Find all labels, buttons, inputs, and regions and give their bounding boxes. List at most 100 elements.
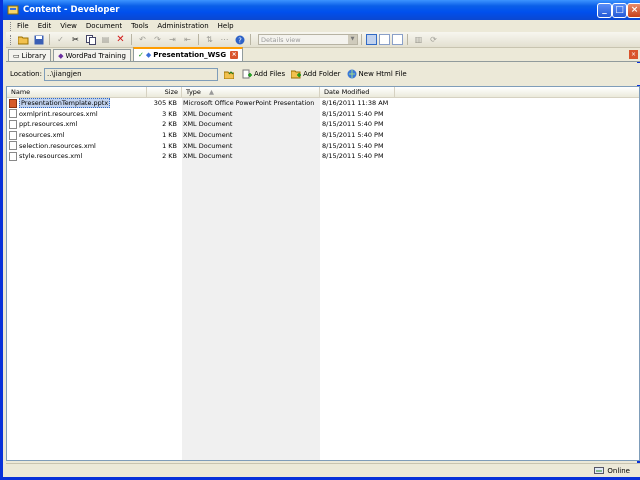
- file-name: style.resources.xml: [19, 152, 83, 161]
- file-date: 8/16/2011 11:38 AM: [322, 99, 389, 108]
- refresh-icon[interactable]: ⟳: [428, 34, 439, 45]
- toolbar-grip: [10, 34, 13, 45]
- delete-icon[interactable]: ✕: [115, 34, 126, 45]
- redo-icon[interactable]: ↷: [152, 34, 163, 45]
- tab-label: Presentation_WSG: [153, 51, 227, 59]
- toolbar-separator: [49, 34, 50, 45]
- column-header-type[interactable]: Type ▲: [182, 87, 320, 98]
- copy-icon[interactable]: [85, 34, 96, 45]
- toolbar: ✓ ✂ ▤ ✕ ↶ ↷ ⇥ ⇤ ⇅ ⋯ ? Details view ▼ ▥ ⟳: [6, 32, 640, 48]
- project-icon: ◆: [58, 51, 64, 60]
- file-name: resources.xml: [19, 131, 65, 140]
- indent-icon[interactable]: ⇥: [167, 34, 178, 45]
- xml-file-icon: [9, 141, 17, 151]
- file-date: 8/15/2011 5:40 PM: [322, 120, 384, 129]
- project-icon: ◆: [145, 51, 152, 59]
- details-view-icon[interactable]: [366, 34, 377, 45]
- check-in-icon[interactable]: ✓: [55, 34, 66, 45]
- menu-tools[interactable]: Tools: [131, 22, 148, 30]
- file-list[interactable]: Name Size Type ▲ Date Modified Presentati…: [6, 86, 640, 461]
- location-label: Location:: [10, 70, 42, 78]
- maximize-button[interactable]: □: [612, 3, 627, 18]
- file-type: XML Document: [183, 109, 233, 118]
- tab-presentation-wsg[interactable]: ✓ ◆ Presentation_WSG ×: [132, 47, 244, 61]
- undo-icon[interactable]: ↶: [137, 34, 148, 45]
- save-icon[interactable]: [33, 34, 44, 45]
- checked-out-icon: ✓: [137, 51, 144, 59]
- cut-icon[interactable]: ✂: [70, 34, 81, 45]
- paste-icon[interactable]: ▤: [100, 34, 111, 45]
- split-horizontal-icon[interactable]: [379, 34, 390, 45]
- view-select[interactable]: Details view ▼: [258, 34, 358, 45]
- column-header-name[interactable]: Name: [7, 87, 147, 98]
- toolbar-separator: [198, 34, 199, 45]
- toolbar-separator: [361, 34, 362, 45]
- menu-document[interactable]: Document: [86, 22, 122, 30]
- column-header-size[interactable]: Size: [147, 87, 182, 98]
- help-icon[interactable]: ?: [234, 34, 245, 45]
- file-type: XML Document: [183, 152, 233, 161]
- up-folder-button[interactable]: [223, 69, 236, 79]
- file-date: 8/15/2011 5:40 PM: [322, 109, 384, 118]
- menu-administration[interactable]: Administration: [157, 22, 208, 30]
- file-row[interactable]: PresentationTemplate.pptx 305 KB Microso…: [7, 98, 639, 109]
- file-row[interactable]: oxmlprint.resources.xml 3 KB XML Documen…: [7, 109, 639, 120]
- minimize-button[interactable]: _: [597, 3, 612, 18]
- file-name: ppt.resources.xml: [19, 120, 78, 129]
- tab-strip: ▭ Library ◆ WordPad Training ✓ ◆ Present…: [6, 47, 640, 62]
- tab-label: WordPad Training: [65, 51, 126, 60]
- menu-edit[interactable]: Edit: [38, 22, 52, 30]
- file-type: XML Document: [183, 120, 233, 129]
- add-files-button[interactable]: Add Files: [242, 69, 285, 79]
- file-type: XML Document: [183, 141, 233, 150]
- sort-asc-icon: ▲: [208, 88, 214, 96]
- menu-grip: [10, 21, 13, 31]
- connection-status: Online: [607, 466, 630, 475]
- file-name: PresentationTemplate.pptx: [19, 98, 111, 109]
- menu-help[interactable]: Help: [218, 22, 234, 30]
- menu-file[interactable]: File: [17, 22, 29, 30]
- file-row[interactable]: style.resources.xml 2 KB XML Document 8/…: [7, 151, 639, 162]
- file-type: Microsoft Office PowerPoint Presentation: [183, 99, 315, 108]
- add-folder-icon: [291, 70, 302, 79]
- new-html-file-label: New Html File: [358, 70, 407, 78]
- file-size: 2 KB: [162, 120, 177, 129]
- file-type: XML Document: [183, 131, 233, 140]
- close-window-button[interactable]: ×: [627, 3, 640, 18]
- column-header-row: Name Size Type ▲ Date Modified: [7, 87, 639, 98]
- xml-file-icon: [9, 130, 17, 140]
- xml-file-icon: [9, 151, 17, 161]
- location-bar: Location: ..\jiangjen Add Files Add Fold…: [6, 63, 640, 85]
- add-files-label: Add Files: [253, 70, 286, 78]
- tab-wordpad-training[interactable]: ◆ WordPad Training: [53, 49, 131, 61]
- location-field[interactable]: ..\jiangjen: [43, 67, 218, 81]
- outdent-icon[interactable]: ⇤: [182, 34, 193, 45]
- folder-up-icon[interactable]: ▥: [413, 34, 424, 45]
- toolbar-separator: [131, 34, 132, 45]
- column-header-date[interactable]: Date Modified: [320, 87, 395, 98]
- file-size: 1 KB: [162, 141, 177, 150]
- sort-icon[interactable]: ⇅: [204, 34, 215, 45]
- menu-view[interactable]: View: [60, 22, 77, 30]
- xml-file-icon: [9, 119, 17, 129]
- tab-label: Library: [21, 51, 47, 60]
- view-select-value: Details view: [261, 35, 301, 44]
- open-folder-icon[interactable]: [18, 34, 29, 45]
- tab-library[interactable]: ▭ Library: [8, 49, 52, 61]
- split-vertical-icon[interactable]: [392, 34, 403, 45]
- file-row[interactable]: resources.xml 1 KB XML Document 8/15/201…: [7, 130, 639, 141]
- file-size: 1 KB: [162, 131, 177, 140]
- close-all-tabs-icon[interactable]: ×: [629, 50, 638, 59]
- add-folder-button[interactable]: Add Folder: [291, 69, 341, 79]
- status-bar: Online: [6, 463, 640, 477]
- powerpoint-file-icon: [9, 98, 17, 108]
- close-tab-icon[interactable]: ×: [230, 51, 239, 59]
- new-html-file-button[interactable]: New Html File: [347, 69, 407, 79]
- file-name: oxmlprint.resources.xml: [19, 109, 98, 118]
- add-folder-label: Add Folder: [303, 70, 341, 78]
- filter-icon[interactable]: ⋯: [219, 34, 230, 45]
- file-size: 305 KB: [153, 99, 177, 108]
- file-row[interactable]: selection.resources.xml 1 KB XML Documen…: [7, 140, 639, 151]
- file-row[interactable]: ppt.resources.xml 2 KB XML Document 8/15…: [7, 119, 639, 130]
- library-icon: ▭: [13, 51, 20, 60]
